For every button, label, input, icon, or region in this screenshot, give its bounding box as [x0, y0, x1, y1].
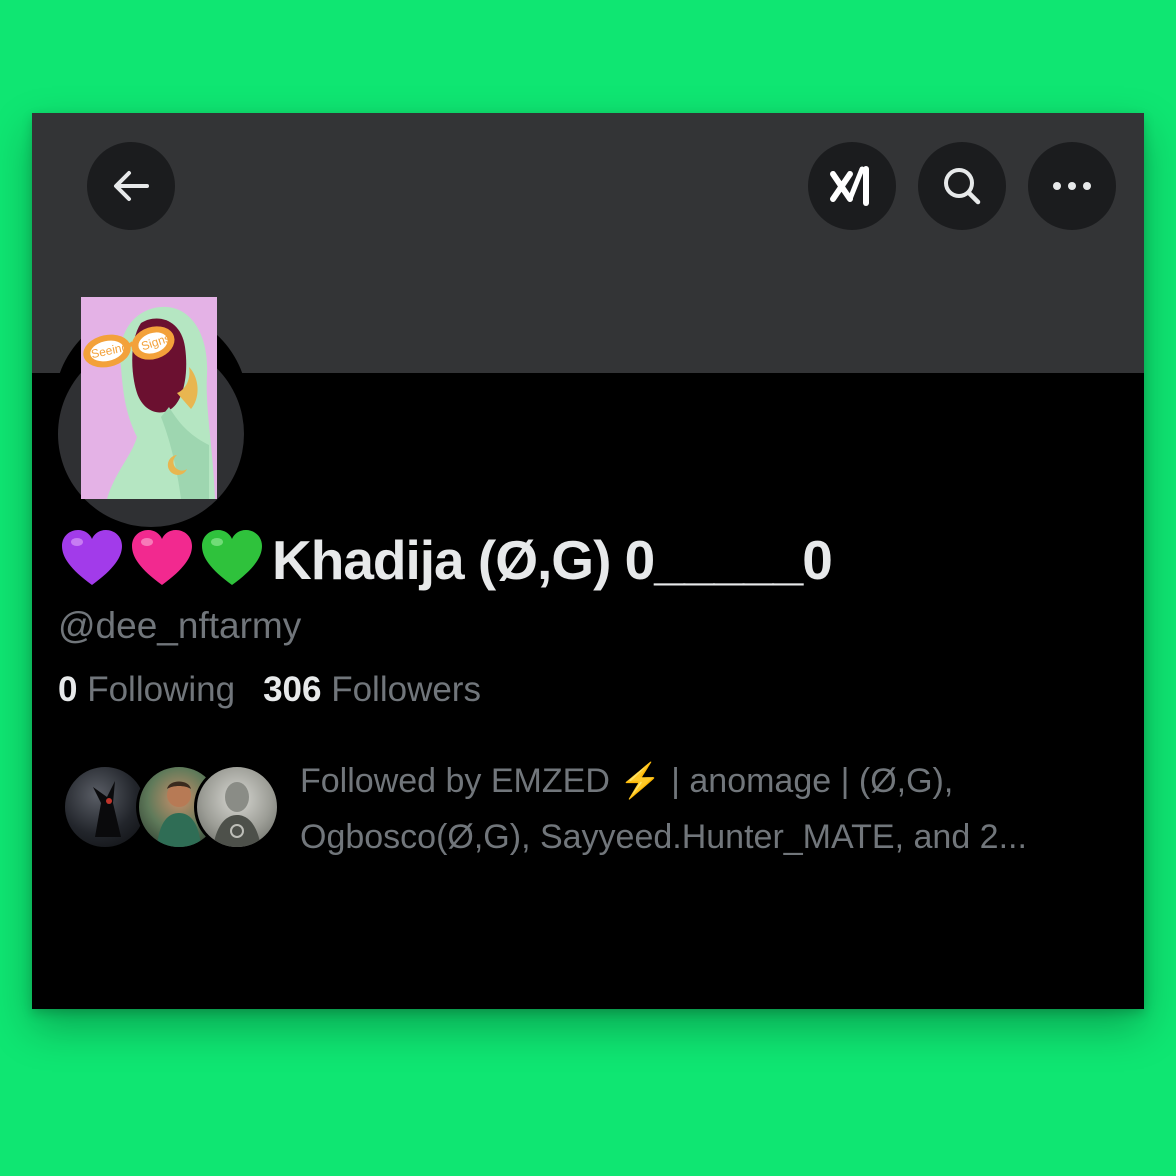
pink-heart-icon: [130, 529, 194, 592]
following-count: 0: [58, 670, 78, 709]
back-button[interactable]: [87, 142, 175, 230]
followed-by-text[interactable]: Followed by EMZED ⚡️ | anomage | (Ø,G), …: [300, 753, 1130, 865]
purple-heart-icon: [60, 529, 124, 592]
follow-stats: 0 Following 306 Followers: [58, 670, 509, 710]
display-name-row: Khadija (Ø,G) 0_____0: [60, 525, 833, 595]
following-label: Following: [87, 670, 236, 709]
search-button[interactable]: [918, 142, 1006, 230]
followed-by-line-2: Ogbosco(Ø,G), Sayyeed.Hunter_MATE, and 2…: [300, 818, 1027, 856]
mutual-follower-avatar[interactable]: [194, 764, 280, 850]
user-handle: @dee_nftarmy: [58, 605, 302, 646]
more-button[interactable]: [1028, 142, 1116, 230]
avatar[interactable]: Seeing Signs: [81, 297, 217, 499]
green-heart-icon: [200, 529, 264, 592]
search-icon: [944, 168, 981, 205]
arrow-left-icon: [114, 171, 149, 201]
display-name: Khadija (Ø,G) 0_____0: [272, 529, 833, 591]
followers-count: 306: [263, 670, 322, 709]
grok-button[interactable]: [808, 142, 896, 230]
more-horizontal-icon: [1053, 182, 1091, 190]
followed-by-line-1: Followed by EMZED ⚡️ | anomage | (Ø,G),: [300, 762, 954, 800]
followers-label: Followers: [331, 670, 481, 709]
grok-logo-icon: [830, 166, 869, 206]
avatar-illustration: Seeing Signs: [81, 297, 217, 499]
following-link[interactable]: 0 Following: [58, 670, 235, 710]
profile-screen: Seeing Signs Khadija (Ø,G) 0_____0 @dee_…: [32, 113, 1144, 1009]
followers-link[interactable]: 306 Followers: [263, 670, 481, 710]
